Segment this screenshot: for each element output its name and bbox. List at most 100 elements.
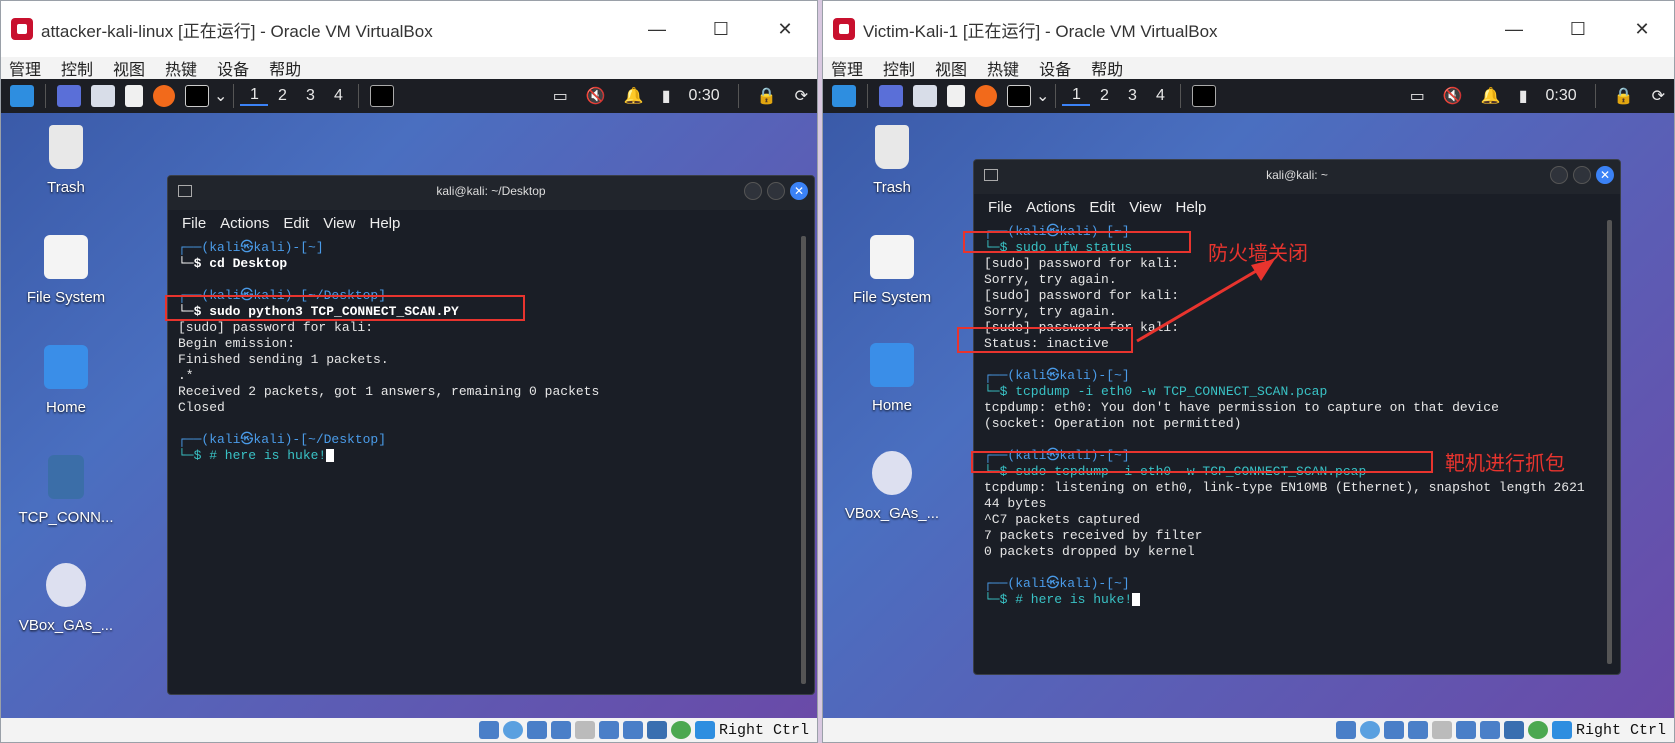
vm-titlebar[interactable]: Victim-Kali-1 [正在运行] - Oracle VM Virtual… <box>823 1 1674 57</box>
text-editor-icon[interactable] <box>125 85 143 107</box>
taskbar-terminal-icon[interactable] <box>370 85 395 107</box>
term-menu-actions[interactable]: Actions <box>220 215 269 232</box>
menu-help[interactable]: 帮助 <box>269 56 301 80</box>
network-status-icon[interactable] <box>1383 721 1404 739</box>
menu-control[interactable]: 控制 <box>61 56 93 80</box>
workspace-4[interactable]: 4 <box>324 87 352 105</box>
menu-help[interactable]: 帮助 <box>1091 56 1123 80</box>
menu-manage[interactable]: 管理 <box>9 56 41 80</box>
display-status-icon[interactable] <box>598 721 619 739</box>
terminal-titlebar[interactable]: kali@kali: ~ ✕ <box>974 160 1620 194</box>
close-button[interactable]: ✕ <box>1610 1 1674 57</box>
workspace-3[interactable]: 3 <box>296 87 324 105</box>
battery-icon[interactable]: ▮ <box>1519 86 1528 106</box>
notification-bell-icon[interactable]: 🔔 <box>624 86 644 106</box>
desktop-icon-filesystem[interactable]: File System <box>837 235 947 306</box>
notification-bell-icon[interactable]: 🔔 <box>1481 86 1501 106</box>
speaker-muted-icon[interactable]: 🔇 <box>1443 86 1463 106</box>
network-status-icon[interactable] <box>526 721 547 739</box>
workspace-4[interactable]: 4 <box>1146 87 1174 105</box>
recording-icon[interactable] <box>1479 721 1500 739</box>
term-menu-edit[interactable]: Edit <box>1089 199 1115 216</box>
maximize-button[interactable] <box>1573 166 1591 184</box>
term-menu-help[interactable]: Help <box>369 215 400 232</box>
workspace-1[interactable]: 1 <box>240 86 269 106</box>
desktop-icon-trash[interactable]: Trash <box>837 125 947 196</box>
desktop-icon-tcp-script[interactable]: TCP_CONN... <box>11 455 121 526</box>
workspace-1[interactable]: 1 <box>1062 86 1091 106</box>
minimize-button[interactable] <box>744 182 762 200</box>
usb-status-icon[interactable] <box>550 721 571 739</box>
guest-additions-icon[interactable] <box>670 721 691 739</box>
menu-devices[interactable]: 设备 <box>1039 56 1071 80</box>
menu-hotkeys[interactable]: 热键 <box>165 56 197 80</box>
lock-icon[interactable]: 🔒 <box>1614 86 1634 106</box>
battery-icon[interactable]: ▮ <box>662 86 671 106</box>
menu-hotkeys[interactable]: 热键 <box>987 56 1019 80</box>
term-menu-help[interactable]: Help <box>1175 199 1206 216</box>
shared-folder-icon[interactable] <box>574 721 595 739</box>
text-editor-icon[interactable] <box>947 85 965 107</box>
desktop-icon-home[interactable]: Home <box>11 345 121 416</box>
optical-status-icon[interactable] <box>1359 721 1380 739</box>
display-icon[interactable]: ▭ <box>553 86 568 106</box>
term-menu-view[interactable]: View <box>323 215 355 232</box>
workspace-3[interactable]: 3 <box>1118 87 1146 105</box>
logout-icon[interactable]: ⟳ <box>795 86 808 106</box>
recording-icon[interactable] <box>622 721 643 739</box>
display-status-icon[interactable] <box>1455 721 1476 739</box>
kali-menu-icon[interactable] <box>832 85 856 107</box>
lock-icon[interactable]: 🔒 <box>757 86 777 106</box>
term-menu-edit[interactable]: Edit <box>283 215 309 232</box>
terminal-scrollbar[interactable] <box>1607 220 1612 664</box>
display-icon[interactable]: ▭ <box>1410 86 1425 106</box>
maximize-button[interactable] <box>767 182 785 200</box>
term-menu-file[interactable]: File <box>988 199 1012 216</box>
cpu-status-icon[interactable] <box>1503 721 1524 739</box>
victim-vm-window[interactable]: Victim-Kali-1 [正在运行] - Oracle VM Virtual… <box>822 0 1675 743</box>
mouse-capture-icon[interactable] <box>694 721 715 739</box>
shared-folder-icon[interactable] <box>1431 721 1452 739</box>
desktop-icon-filesystem[interactable]: File System <box>11 235 121 306</box>
term-menu-view[interactable]: View <box>1129 199 1161 216</box>
terminal-window[interactable]: kali@kali: ~/Desktop ✕ File Actions Edit… <box>167 175 815 695</box>
close-button[interactable]: ✕ <box>1596 166 1614 184</box>
workspace-2[interactable]: 2 <box>1090 87 1118 105</box>
taskbar-terminal-icon[interactable] <box>1192 85 1217 107</box>
clock[interactable]: 0:30 <box>1546 87 1577 105</box>
menu-manage[interactable]: 管理 <box>831 56 863 80</box>
menu-view[interactable]: 视图 <box>935 56 967 80</box>
minimize-button[interactable]: — <box>1482 1 1546 57</box>
close-button[interactable]: ✕ <box>753 1 817 57</box>
terminal-titlebar[interactable]: kali@kali: ~/Desktop ✕ <box>168 176 814 210</box>
clock[interactable]: 0:30 <box>689 87 720 105</box>
show-desktop-icon[interactable] <box>879 85 903 107</box>
guest-additions-icon[interactable] <box>1527 721 1548 739</box>
vm-titlebar[interactable]: attacker-kali-linux [正在运行] - Oracle VM V… <box>1 1 817 57</box>
desktop-icon-vbox-ga[interactable]: VBox_GAs_... <box>11 563 121 634</box>
show-desktop-icon[interactable] <box>57 85 81 107</box>
minimize-button[interactable] <box>1550 166 1568 184</box>
firefox-icon[interactable] <box>975 85 997 107</box>
menu-devices[interactable]: 设备 <box>217 56 249 80</box>
maximize-button[interactable]: ☐ <box>689 1 753 57</box>
terminal-output[interactable]: ┌──(kali㉿kali)-[~] └─$ cd Desktop ┌──(kal… <box>168 236 814 468</box>
attacker-vm-window[interactable]: attacker-kali-linux [正在运行] - Oracle VM V… <box>0 0 818 743</box>
term-menu-file[interactable]: File <box>182 215 206 232</box>
terminal-scrollbar[interactable] <box>801 236 806 684</box>
cpu-status-icon[interactable] <box>646 721 667 739</box>
desktop-icon-vbox-ga[interactable]: VBox_GAs_... <box>837 451 947 522</box>
file-manager-icon[interactable] <box>91 85 115 107</box>
desktop-icon-home[interactable]: Home <box>837 343 947 414</box>
menu-control[interactable]: 控制 <box>883 56 915 80</box>
desktop-icon-trash[interactable]: Trash <box>11 125 121 196</box>
hdd-status-icon[interactable] <box>1335 721 1356 739</box>
mouse-capture-icon[interactable] <box>1551 721 1572 739</box>
workspace-2[interactable]: 2 <box>268 87 296 105</box>
optical-status-icon[interactable] <box>502 721 523 739</box>
terminal-icon[interactable] <box>185 85 209 107</box>
menu-view[interactable]: 视图 <box>113 56 145 80</box>
file-manager-icon[interactable] <box>913 85 937 107</box>
chevron-down-icon[interactable]: ⌄ <box>1036 86 1049 106</box>
firefox-icon[interactable] <box>153 85 175 107</box>
